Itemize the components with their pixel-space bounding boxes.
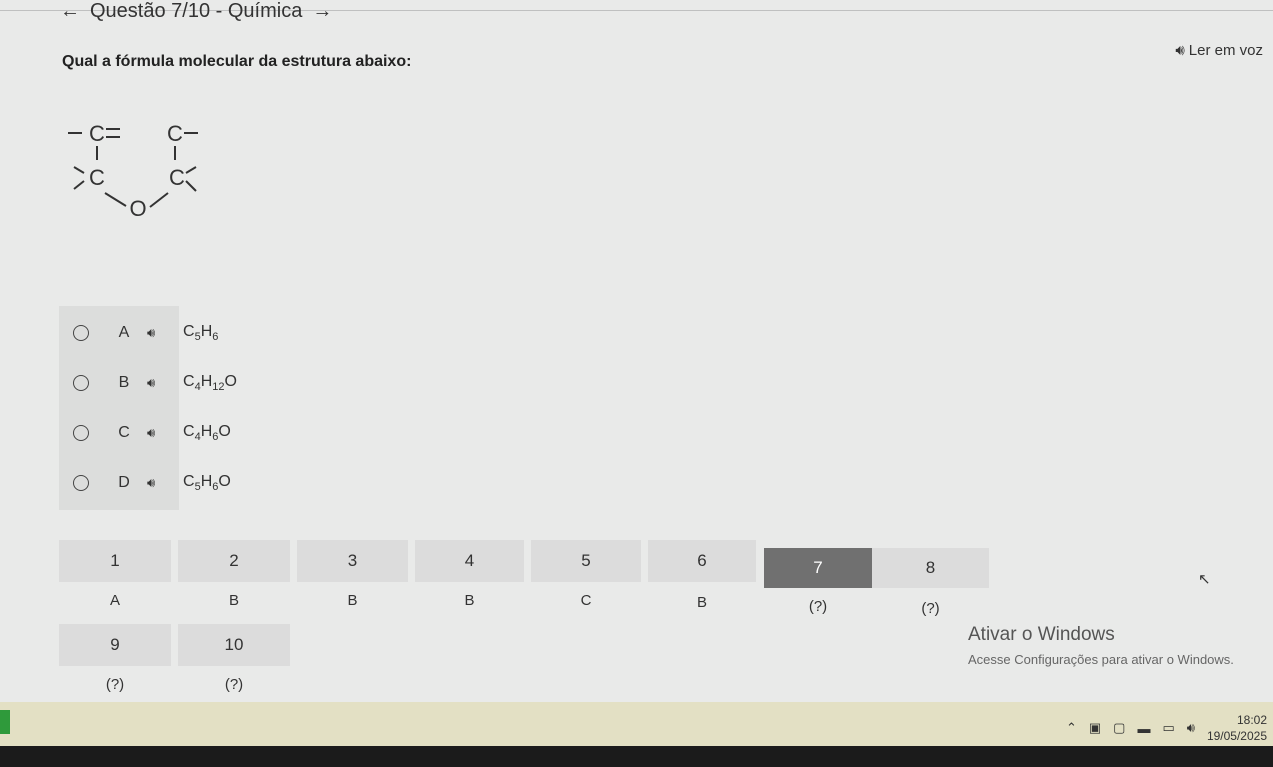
question-number-button[interactable]: 9 <box>59 624 171 666</box>
carbon-label: C <box>89 165 105 190</box>
read-aloud-button[interactable]: 🔊︎ Ler em voz <box>1175 42 1263 59</box>
activate-windows-subtitle: Acesse Configurações para ativar o Windo… <box>968 652 1234 667</box>
question-number-button[interactable]: 3 <box>297 540 408 582</box>
speaker-icon: 🔊︎ <box>1175 42 1185 59</box>
clock-time: 18:02 <box>1236 713 1267 727</box>
answer-options: A 🔊︎ C5H6 B 🔊︎ C4H12O C 🔊︎ C4H6O D 🔊︎ C5… <box>59 306 237 510</box>
outlook-icon[interactable]: ▣ <box>1089 720 1101 736</box>
mouse-cursor-icon: ↖ <box>1198 571 1211 588</box>
option-letter: C <box>118 424 130 441</box>
activate-windows-title: Ativar o Windows <box>968 624 1115 645</box>
network-icon[interactable]: ▭ <box>1162 720 1174 736</box>
question-answer: (?) <box>224 676 244 693</box>
option-formula: C5H6 <box>183 322 219 344</box>
question-answer: B <box>347 592 358 609</box>
bottom-bezel <box>0 746 1273 767</box>
option-a[interactable]: A 🔊︎ C5H6 <box>59 308 319 358</box>
question-number-button-active[interactable]: 7 <box>764 548 872 588</box>
question-number-button[interactable]: 2 <box>178 540 290 582</box>
speaker-icon[interactable]: 🔊︎ <box>147 325 167 341</box>
question-number-button[interactable]: 5 <box>531 540 641 582</box>
battery-icon[interactable]: ▬ <box>1137 721 1150 736</box>
question-answer: B <box>696 594 707 611</box>
question-number-button[interactable]: 10 <box>178 624 290 666</box>
volume-icon[interactable]: 🔊︎ <box>1187 720 1195 736</box>
radio-button[interactable] <box>73 475 89 491</box>
back-arrow-icon[interactable]: ← <box>60 1 80 21</box>
question-number-button[interactable]: 8 <box>872 548 989 588</box>
clock[interactable]: 18:02 19/05/2025 <box>1207 712 1267 744</box>
carbon-label: C <box>167 121 183 146</box>
radio-button[interactable] <box>73 375 89 391</box>
question-number-button[interactable]: 4 <box>415 540 524 582</box>
chevron-up-icon[interactable]: ⌃ <box>1066 720 1077 736</box>
question-number-button[interactable]: 1 <box>59 540 171 582</box>
option-letter: A <box>118 324 130 341</box>
oxygen-label: O <box>129 196 146 221</box>
question-answer: B <box>228 592 239 609</box>
question-answer: (?) <box>105 676 125 693</box>
molecule-structure: C C C C O <box>68 121 198 221</box>
speaker-icon[interactable]: 🔊︎ <box>147 475 167 491</box>
app-tray-icon[interactable]: ▢ <box>1113 720 1125 736</box>
option-letter: B <box>118 374 130 391</box>
question-answer: B <box>464 592 475 609</box>
question-answer: (?) <box>808 598 828 615</box>
speaker-icon[interactable]: 🔊︎ <box>147 375 167 391</box>
question-navigation: ← Questão 7/10 - Química → <box>60 0 332 22</box>
option-d[interactable]: D 🔊︎ C5H6O <box>59 458 319 508</box>
question-answer: (?) <box>921 600 940 617</box>
carbon-label: C <box>89 121 105 146</box>
option-formula: C5H6O <box>183 472 231 494</box>
option-c[interactable]: C 🔊︎ C4H6O <box>59 408 319 458</box>
speaker-icon[interactable]: 🔊︎ <box>147 425 167 441</box>
question-text: Qual a fórmula molecular da estrutura ab… <box>62 53 412 70</box>
forward-arrow-icon[interactable]: → <box>312 1 332 21</box>
option-letter: D <box>118 474 130 491</box>
carbon-label: C <box>169 165 185 190</box>
question-answer: C <box>580 592 592 609</box>
radio-button[interactable] <box>73 325 89 341</box>
option-formula: C4H6O <box>183 422 231 444</box>
question-number-button[interactable]: 6 <box>648 540 756 582</box>
read-aloud-label: Ler em voz <box>1188 42 1263 59</box>
option-formula: C4H12O <box>183 372 237 394</box>
clock-date: 19/05/2025 <box>1206 729 1267 743</box>
radio-button[interactable] <box>73 425 89 441</box>
option-b[interactable]: B 🔊︎ C4H12O <box>59 358 319 408</box>
taskbar-app-indicator[interactable] <box>0 710 10 734</box>
question-answer: A <box>109 592 120 609</box>
question-title: Questão 7/10 - Química <box>90 0 303 22</box>
system-tray: ⌃ ▣ ▢ ▬ ▭ 🔊︎ 18:02 19/05/2025 <box>1066 710 1273 746</box>
